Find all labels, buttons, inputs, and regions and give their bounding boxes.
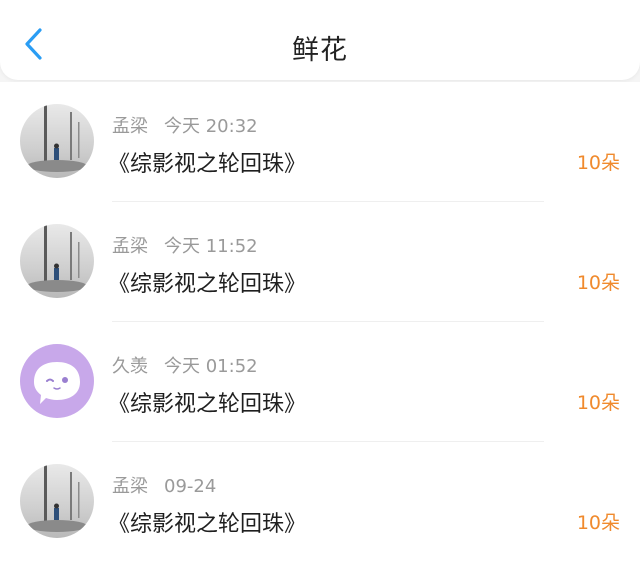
list-item[interactable]: 久羡 今天 01:52 《综影视之轮回珠》 10朵 <box>0 322 640 442</box>
list-item[interactable]: 孟梁 今天 20:32 《综影视之轮回珠》 10朵 <box>0 82 640 202</box>
photo-avatar-image <box>20 104 94 178</box>
cartoon-avatar-image <box>20 344 94 418</box>
avatar[interactable] <box>20 464 94 538</box>
avatar[interactable] <box>20 104 94 178</box>
avatar[interactable] <box>20 344 94 418</box>
entry-time: 今天 11:52 <box>164 236 258 257</box>
user-name[interactable]: 孟梁 <box>112 116 148 137</box>
list-item[interactable]: 孟梁 今天 11:52 《综影视之轮回珠》 10朵 <box>0 202 640 322</box>
flower-count: 10朵 <box>576 152 620 174</box>
header-bar: 鲜花 <box>0 0 640 80</box>
book-title[interactable]: 《综影视之轮回珠》 <box>108 146 306 178</box>
avatar[interactable] <box>20 224 94 298</box>
entry-meta: 孟梁 今天 11:52 <box>112 232 258 258</box>
flower-count: 10朵 <box>576 392 620 414</box>
flower-list: 孟梁 今天 20:32 《综影视之轮回珠》 10朵 孟梁 今天 11:52 《综影视… <box>0 82 640 580</box>
user-name[interactable]: 久羡 <box>112 356 148 377</box>
flower-count: 10朵 <box>576 272 620 294</box>
list-item[interactable]: 孟梁 09-24 《综影视之轮回珠》 10朵 <box>0 442 640 562</box>
photo-avatar-image <box>20 464 94 538</box>
book-title[interactable]: 《综影视之轮回珠》 <box>108 386 306 418</box>
entry-meta: 孟梁 今天 20:32 <box>112 112 258 138</box>
book-title[interactable]: 《综影视之轮回珠》 <box>108 506 306 538</box>
page-title: 鲜花 <box>292 35 348 66</box>
user-name[interactable]: 孟梁 <box>112 476 148 497</box>
entry-time: 今天 20:32 <box>164 116 258 137</box>
book-title[interactable]: 《综影视之轮回珠》 <box>108 266 306 298</box>
entry-time: 09-24 <box>164 476 217 497</box>
photo-avatar-image <box>20 224 94 298</box>
user-name[interactable]: 孟梁 <box>112 236 148 257</box>
flower-count: 10朵 <box>576 512 620 534</box>
entry-meta: 久羡 今天 01:52 <box>112 352 258 378</box>
entry-meta: 孟梁 09-24 <box>112 472 216 498</box>
entry-time: 今天 01:52 <box>164 356 258 377</box>
